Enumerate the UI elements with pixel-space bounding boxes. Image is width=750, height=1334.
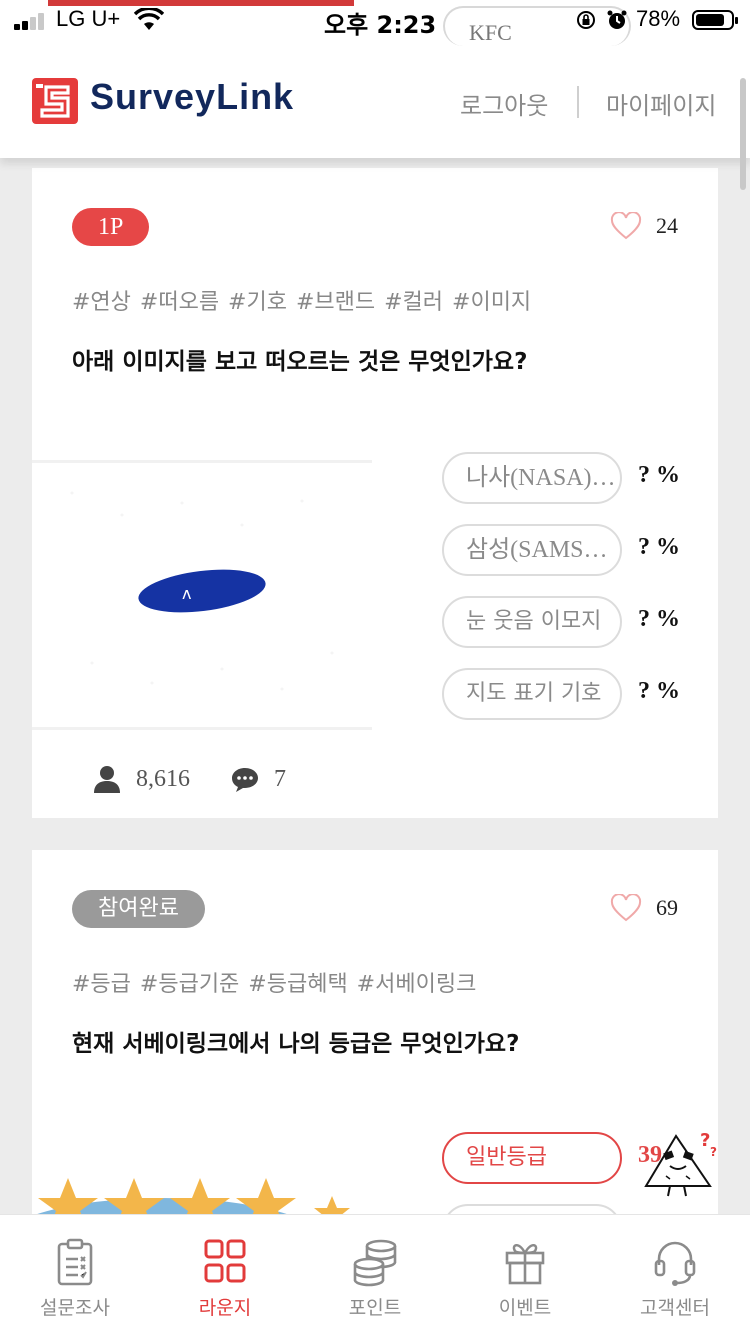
participant-count: 8,616 xyxy=(136,765,190,792)
logout-link[interactable]: 로그아웃 xyxy=(460,86,548,121)
completed-badge: 참여완료 xyxy=(72,890,205,928)
tab-label: 라운지 xyxy=(198,1297,252,1319)
gift-icon xyxy=(505,1244,545,1285)
image-glyph: ʌ xyxy=(182,584,191,603)
like-count: 69 xyxy=(656,895,678,920)
status-bar: LG U+ 오후 2:23 KFC 78% xyxy=(0,0,750,46)
like-count: 24 xyxy=(656,213,678,238)
coins-icon xyxy=(353,1239,397,1287)
alarm-icon xyxy=(607,10,627,29)
mascot-character-icon[interactable]: ? ? xyxy=(640,1130,720,1210)
survey-card[interactable]: 참여완료 69 #등급 #등급기준 #등급혜택 #서베이링크 현재 서베이링크에… xyxy=(32,850,718,1230)
background-option-pill: KFC xyxy=(443,6,631,46)
wifi-icon xyxy=(134,8,164,30)
answer-percent-2: ? % xyxy=(638,534,680,560)
svg-text:?: ? xyxy=(710,1145,717,1159)
carrier-name: LG U+ xyxy=(56,6,121,31)
clipboard-icon xyxy=(57,1238,93,1286)
signal-icon xyxy=(14,12,48,30)
battery-percent: 78% xyxy=(636,6,681,31)
app-header: SurveyLink 로그아웃 마이페이지 xyxy=(0,40,750,158)
tab-label: 설문조사 xyxy=(40,1297,110,1319)
question-text: 현재 서베이링크에서 나의 등급은 무엇인가요? xyxy=(72,1031,520,1057)
card-stats: 8,616 7 xyxy=(92,764,286,794)
comment-icon[interactable] xyxy=(230,764,260,794)
like-button[interactable]: 24 xyxy=(610,212,678,240)
heart-icon xyxy=(610,212,642,240)
tab-lounge[interactable]: 라운지 xyxy=(150,1215,300,1334)
answer-option-1[interactable]: 일반등급 xyxy=(442,1132,622,1184)
point-badge: 1P xyxy=(72,208,150,246)
mypage-link[interactable]: 마이페이지 xyxy=(606,86,716,121)
like-button[interactable]: 69 xyxy=(610,894,678,922)
scrollbar[interactable] xyxy=(740,78,746,190)
rotation-lock-icon xyxy=(577,11,595,29)
bottom-navigation: 설문조사 라운지 포인트 이벤트 고객센터 xyxy=(0,1214,750,1334)
brand-logo-text[interactable]: SurveyLink xyxy=(90,76,294,118)
headset-icon xyxy=(654,1241,696,1286)
answer-percent-3: ? % xyxy=(638,606,680,632)
survey-card[interactable]: 1P 24 #연상 #떠오름 #기호 #브랜드 #컬러 #이미지 아래 이미지를… xyxy=(32,168,718,818)
tab-label: 이벤트 xyxy=(498,1297,552,1319)
clock: 오후 2:23 xyxy=(324,11,437,39)
tab-points[interactable]: 포인트 xyxy=(300,1215,450,1334)
answer-option-3[interactable]: 눈 웃음 이모지 xyxy=(442,596,622,648)
comment-count: 7 xyxy=(274,765,286,792)
answer-percent-1: ? % xyxy=(638,462,680,488)
tab-customer-center[interactable]: 고객센터 xyxy=(600,1215,750,1334)
answer-option-4[interactable]: 지도 표기 기호 xyxy=(442,668,622,720)
tab-label: 고객센터 xyxy=(640,1297,710,1319)
tab-label: 포인트 xyxy=(348,1297,402,1319)
nav-divider xyxy=(577,86,579,118)
hashtags: #연상 #떠오름 #기호 #브랜드 #컬러 #이미지 xyxy=(72,290,532,315)
answer-percent-4: ? % xyxy=(638,678,680,704)
heart-icon xyxy=(610,894,642,922)
surveylink-logo-icon[interactable] xyxy=(32,78,78,124)
hashtags: #등급 #등급기준 #등급혜택 #서베이링크 xyxy=(72,972,477,997)
grid-icon xyxy=(204,1239,246,1283)
answer-option-2[interactable]: 삼성(SAMS… xyxy=(442,524,622,576)
question-image: ʌ xyxy=(32,460,372,730)
tab-event[interactable]: 이벤트 xyxy=(450,1215,600,1334)
svg-text:?: ? xyxy=(700,1130,710,1151)
blue-ellipse-logo-image: ʌ xyxy=(70,491,334,691)
answer-option-1[interactable]: 나사(NASA)… xyxy=(442,452,622,504)
tab-survey[interactable]: 설문조사 xyxy=(0,1215,150,1334)
question-text: 아래 이미지를 보고 떠오르는 것은 무엇인가요? xyxy=(72,349,528,375)
person-icon xyxy=(94,766,120,793)
battery-icon xyxy=(692,10,738,30)
